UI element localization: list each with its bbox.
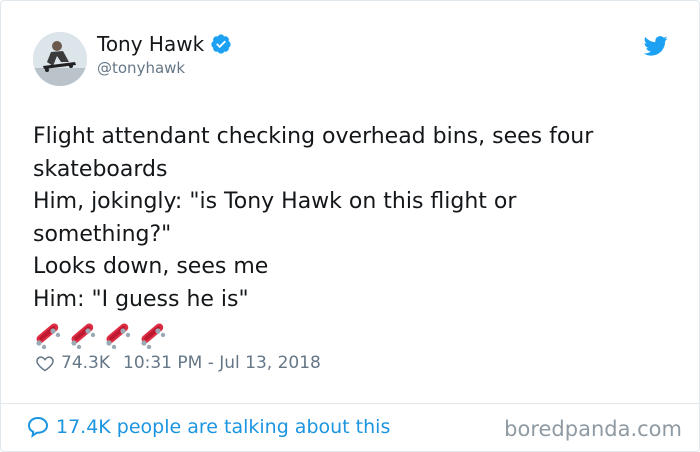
talking-link[interactable]: 17.4K people are talking about this	[26, 415, 390, 439]
tweet-card: Tony Hawk @tonyhawk Flight attendant che…	[0, 0, 700, 452]
twitter-bird-icon[interactable]	[644, 36, 668, 56]
tweet-line: Him, jokingly: "is Tony Hawk on this fli…	[33, 189, 517, 214]
tweet-line: something?"	[33, 221, 172, 247]
skateboard-icon	[71, 323, 96, 349]
tweet-meta: 74.3K 10:31 PM - Jul 13, 2018	[35, 353, 321, 373]
avatar[interactable]	[33, 32, 87, 86]
tweet-timestamp[interactable]: 10:31 PM - Jul 13, 2018	[123, 353, 321, 373]
tweet-line: Him: "I guess he is"	[33, 286, 249, 312]
author-handle[interactable]: @tonyhawk	[97, 59, 185, 77]
heart-icon[interactable]	[35, 353, 55, 373]
tweet-line: skateboards	[33, 156, 168, 182]
like-count[interactable]: 74.3K	[61, 353, 110, 373]
skateboard-emoji-row	[33, 319, 168, 349]
tweet-line: Looks down, sees me	[33, 254, 269, 279]
author-name-row[interactable]: Tony Hawk	[97, 32, 232, 56]
skateboard-icon	[36, 323, 61, 349]
divider	[1, 403, 699, 404]
skateboard-icon	[106, 323, 131, 349]
tweet-text: Flight attendant checking overhead bins,…	[33, 121, 673, 316]
verified-badge-icon	[211, 34, 231, 54]
talking-label[interactable]: 17.4K people are talking about this	[56, 416, 390, 438]
tweet-line: Flight attendant checking overhead bins,…	[33, 124, 594, 149]
speech-bubble-icon	[27, 416, 49, 438]
author-name[interactable]: Tony Hawk	[97, 32, 204, 56]
skateboard-icon	[141, 323, 166, 349]
watermark: boredpanda.com	[504, 417, 682, 441]
